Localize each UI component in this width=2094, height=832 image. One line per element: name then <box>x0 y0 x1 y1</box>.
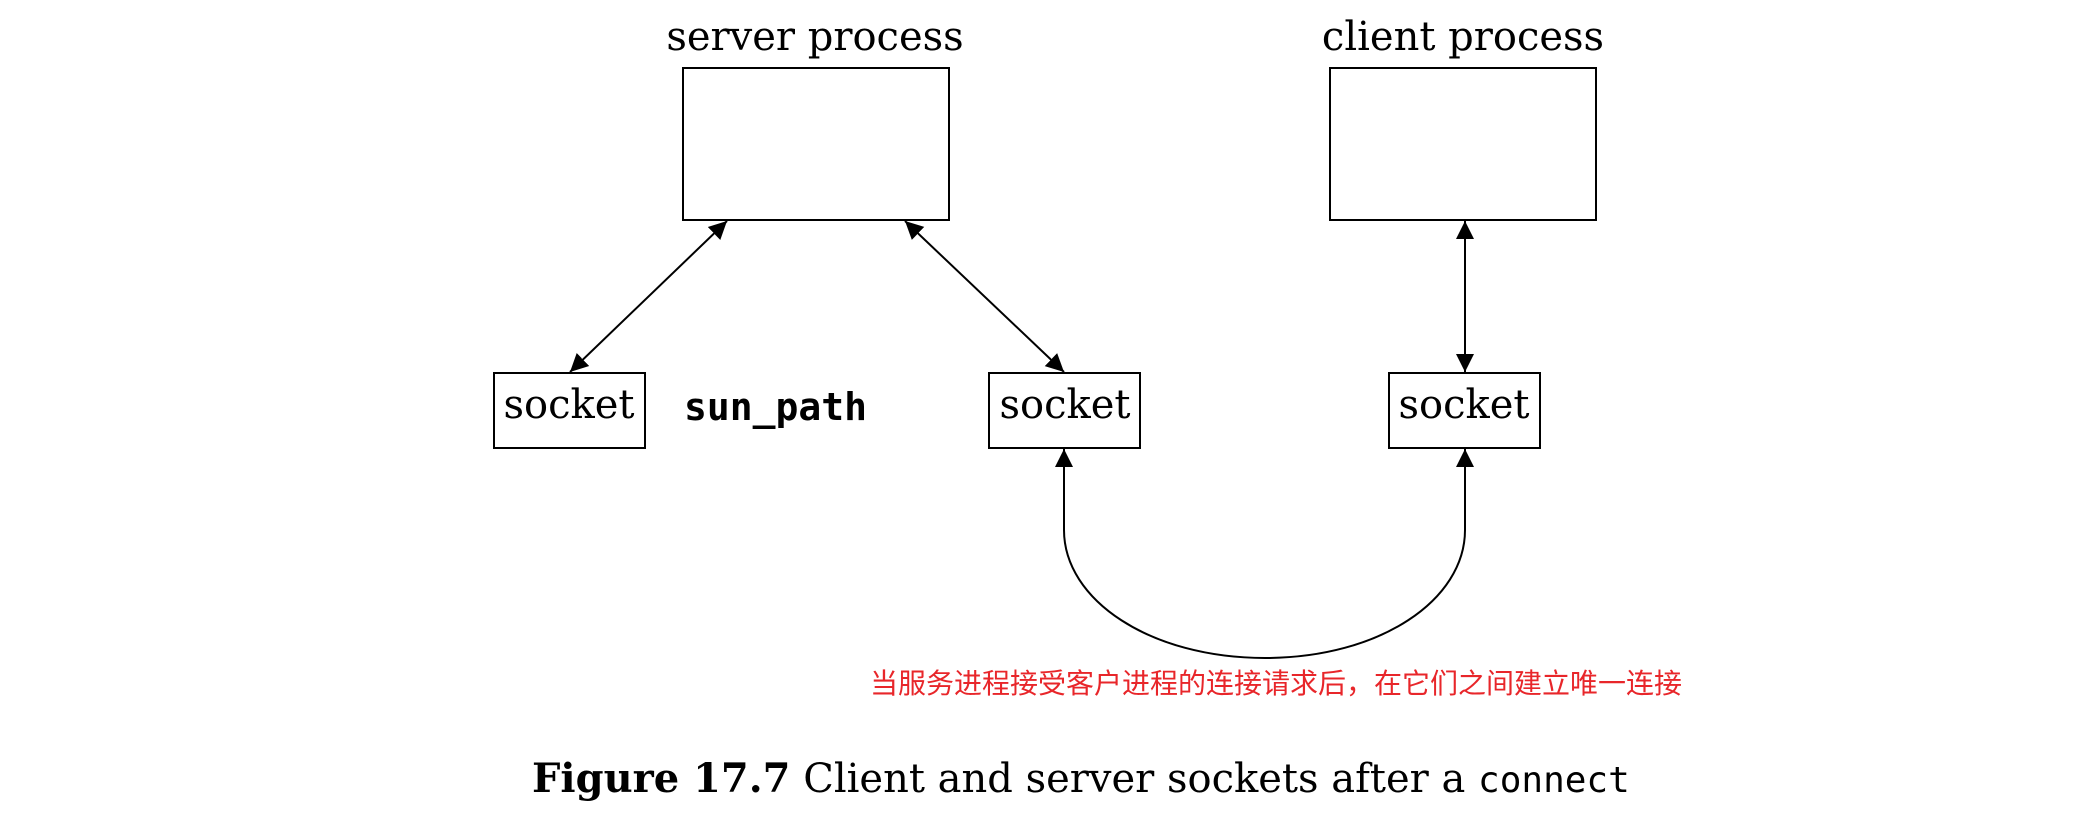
caption-code: connect <box>1478 760 1630 801</box>
figure-caption: Figure 17.7 Client and server sockets af… <box>532 755 1630 802</box>
client-socket-label: socket <box>1399 382 1530 428</box>
sun-path-label: sun_path <box>684 385 867 429</box>
figure-number: Figure 17.7 <box>532 755 791 802</box>
server-process-label: server process <box>666 14 963 60</box>
connection-annotation: 当服务进程接受客户进程的连接请求后，在它们之间建立唯一连接 <box>870 667 1682 700</box>
server-to-listening-socket-arrow <box>569 220 728 373</box>
server-connected-socket-label: socket <box>1000 382 1131 428</box>
socket-connection-curve <box>1055 449 1474 660</box>
client-process-box <box>1329 67 1597 221</box>
socket-connection-diagram: server process client process socket sun… <box>493 14 1682 802</box>
server-to-connected-socket-arrow <box>904 220 1065 373</box>
client-process-label: client process <box>1322 14 1604 60</box>
caption-text: Client and server sockets after a <box>803 756 1478 802</box>
listening-socket-label: socket <box>504 382 635 428</box>
server-process-box <box>682 67 950 221</box>
